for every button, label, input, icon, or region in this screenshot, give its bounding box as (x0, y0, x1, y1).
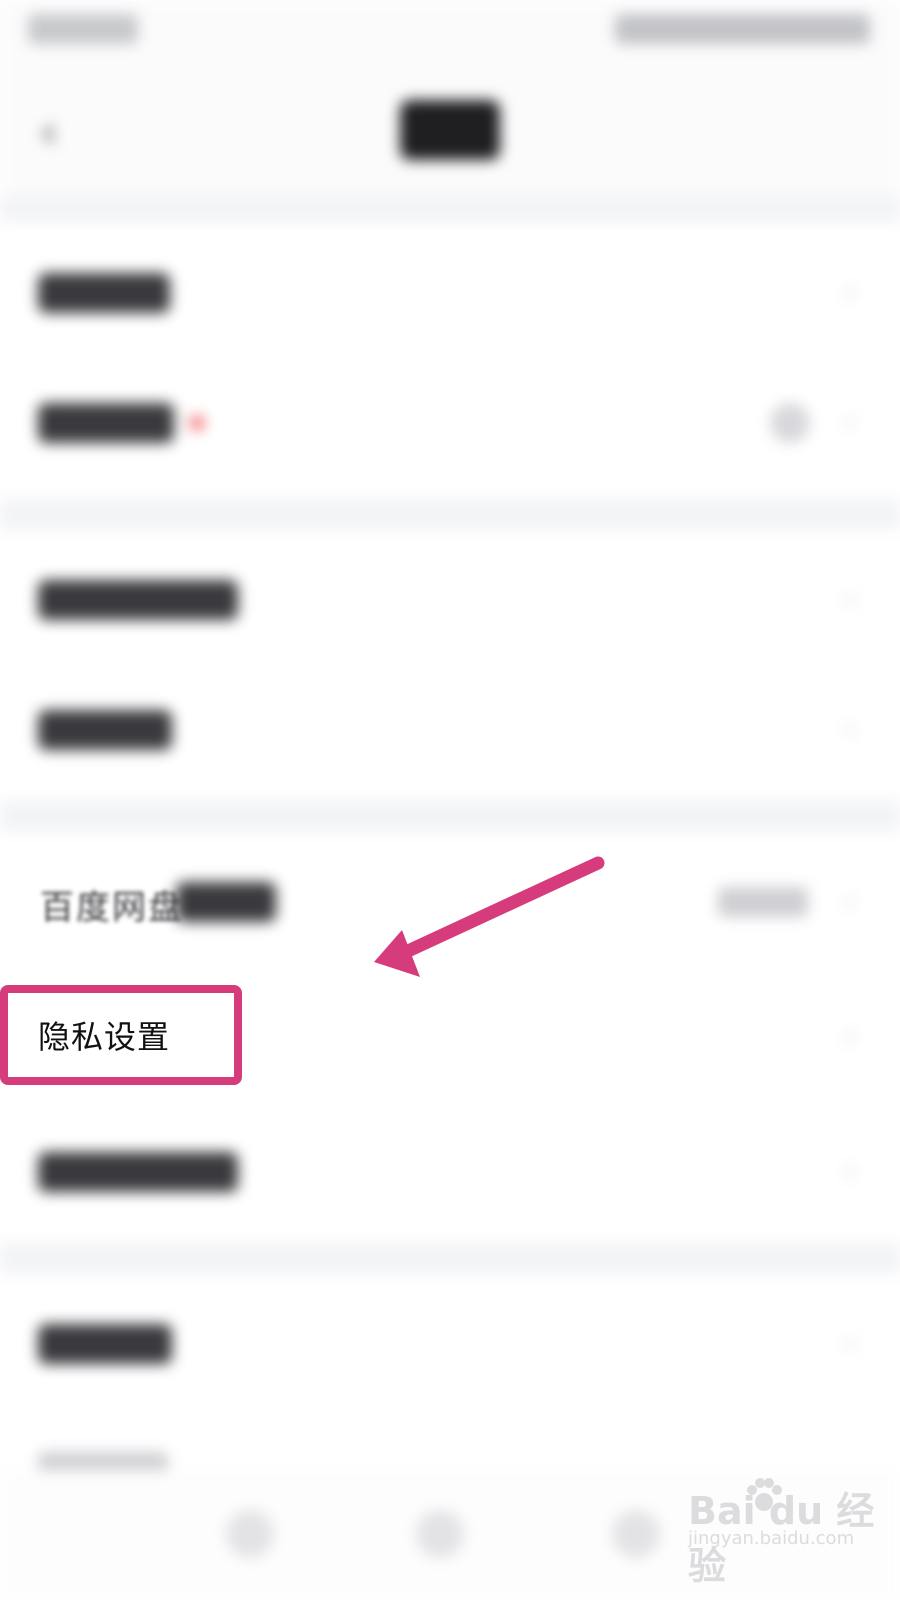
page-title (400, 100, 500, 160)
chevron-right-icon: › (844, 1154, 856, 1189)
settings-row[interactable]: › (0, 223, 900, 363)
row-label (38, 403, 174, 443)
chevron-right-icon: › (844, 884, 856, 919)
chevron-right-icon: › (844, 275, 856, 310)
recents-nav-icon[interactable] (612, 1510, 660, 1558)
settings-row[interactable]: › (0, 530, 900, 670)
settings-group-1: › › (0, 223, 900, 498)
row-label (38, 580, 238, 620)
chevron-right-icon: › (844, 582, 856, 617)
home-nav-icon[interactable] (416, 1510, 464, 1558)
section-gap (0, 195, 900, 223)
privacy-settings-highlight[interactable]: 隐私设置 (0, 985, 242, 1085)
section-gap (0, 498, 900, 530)
avatar (770, 403, 810, 443)
watermark: Bai du 经验 jingyan.baidu.com (688, 1478, 888, 1590)
section-gap (0, 1242, 900, 1274)
row-label (176, 882, 276, 922)
status-bar (0, 0, 900, 70)
status-icons (615, 14, 870, 44)
chevron-right-icon: › (844, 1019, 856, 1054)
row-value (718, 887, 808, 917)
row-label (38, 273, 170, 313)
row-label (38, 1152, 238, 1192)
settings-row[interactable]: › (0, 1274, 900, 1414)
back-nav-icon[interactable] (226, 1510, 274, 1558)
row-label (38, 710, 172, 750)
section-gap (0, 800, 900, 832)
nav-bar: ‹ (0, 70, 900, 195)
settings-row[interactable]: › (0, 1102, 900, 1242)
settings-row[interactable]: › (0, 660, 900, 800)
blurred-background: ‹ › › › › › › › › (0, 0, 900, 1600)
watermark-url: jingyan.baidu.com (688, 1528, 855, 1549)
row-label (38, 1324, 172, 1364)
settings-row[interactable]: › (0, 353, 900, 493)
privacy-settings-label: 隐私设置 (38, 1018, 171, 1056)
settings-screen: ‹ › › › › › › › › 百度网盘 隐私设置 Bai du 经验 ji… (0, 0, 900, 1600)
chevron-right-icon: › (844, 1326, 856, 1361)
status-time (28, 14, 138, 44)
back-icon[interactable]: ‹ (40, 108, 80, 158)
chevron-right-icon: › (844, 712, 856, 747)
cloud-drive-item-label: 百度网盘 (40, 888, 184, 928)
chevron-right-icon: › (844, 405, 856, 440)
settings-group-4: › (0, 1274, 900, 1476)
settings-group-2: › › (0, 530, 900, 800)
red-dot-badge (190, 416, 204, 430)
